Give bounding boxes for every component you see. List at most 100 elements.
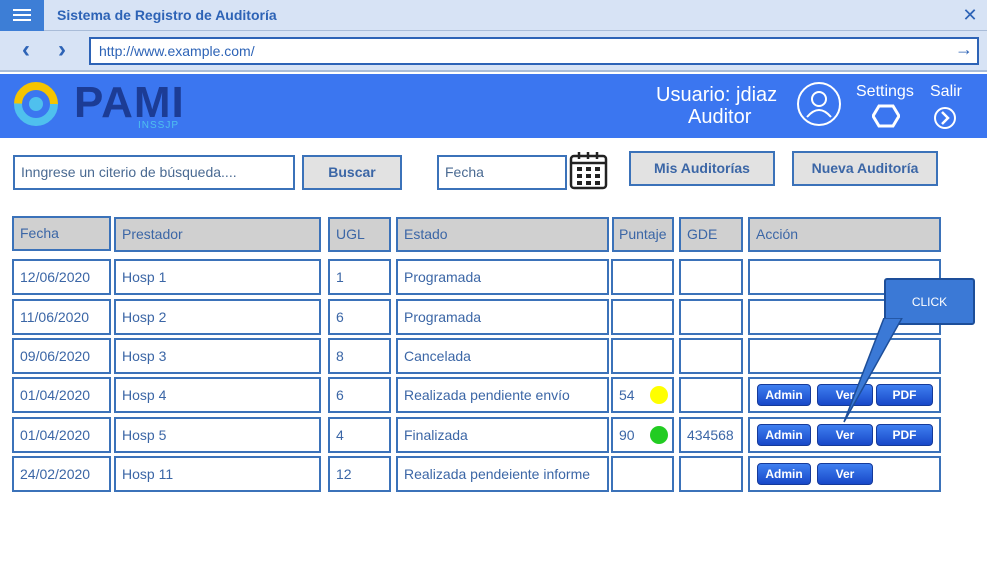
cell-puntaje[interactable] — [611, 456, 674, 492]
cell-fecha[interactable]: 01/04/2020 — [12, 417, 111, 453]
logout-label[interactable]: Salir — [930, 83, 962, 101]
go-arrow-icon[interactable]: → — [955, 39, 973, 60]
calendar-icon[interactable] — [569, 150, 609, 190]
score-status-dot — [650, 426, 668, 444]
app-header: PAMI INSSJP Usuario: jdiaz Auditor Setti… — [0, 74, 987, 138]
user-avatar-icon[interactable] — [796, 81, 842, 127]
cell-prestador[interactable]: Hosp 1 — [114, 259, 321, 295]
cell-prestador-text: Hosp 2 — [122, 309, 167, 325]
cell-gde[interactable] — [679, 259, 743, 295]
cell-puntaje-text: 54 — [619, 387, 635, 403]
cell-fecha-text: 01/04/2020 — [20, 427, 91, 443]
cell-puntaje[interactable] — [611, 259, 674, 295]
admin-button[interactable]: Admin — [757, 424, 811, 446]
cell-prestador-text: Hosp 4 — [122, 387, 167, 403]
cell-fecha-text: 24/02/2020 — [20, 466, 91, 482]
cell-estado[interactable]: Finalizada — [396, 417, 609, 453]
search-input[interactable]: Inngrese un citerio de búsqueda.... — [13, 155, 295, 190]
cell-gde[interactable] — [679, 299, 743, 335]
cell-gde[interactable] — [679, 456, 743, 492]
col-header-accion: Acción — [748, 217, 941, 252]
settings-hexagon-icon[interactable] — [872, 104, 900, 128]
col-header-ugl[interactable]: UGL — [328, 217, 391, 252]
settings-label[interactable]: Settings — [856, 83, 914, 101]
ver-button[interactable]: Ver — [817, 463, 873, 485]
cell-estado[interactable]: Realizada pendeiente informe — [396, 456, 609, 492]
admin-button[interactable]: Admin — [757, 384, 811, 406]
cell-ugl-text: 4 — [336, 427, 344, 443]
cell-estado[interactable]: Programada — [396, 259, 609, 295]
cell-prestador[interactable]: Hosp 4 — [114, 377, 321, 413]
url-input[interactable]: http://www.example.com/ → — [89, 37, 979, 65]
cell-estado-text: Programada — [404, 309, 482, 325]
col-header-fecha[interactable]: Fecha — [12, 216, 111, 251]
cell-fecha-text: 09/06/2020 — [20, 348, 91, 364]
col-header-puntaje[interactable]: Puntaje — [612, 217, 674, 252]
cell-fecha[interactable]: 24/02/2020 — [12, 456, 111, 492]
cell-fecha-text: 01/04/2020 — [20, 387, 91, 403]
cell-fecha-text: 11/06/2020 — [20, 309, 90, 325]
cell-ugl-text: 1 — [336, 269, 344, 285]
cell-accion — [748, 338, 941, 374]
back-icon[interactable]: ‹ — [14, 38, 38, 64]
cell-prestador-text: Hosp 1 — [122, 269, 167, 285]
cell-gde[interactable]: 434568 — [679, 417, 743, 453]
cell-estado-text: Realizada pendiente envío — [404, 387, 570, 403]
cell-ugl[interactable]: 8 — [328, 338, 391, 374]
col-header-gde[interactable]: GDE — [679, 217, 743, 252]
score-status-dot — [650, 386, 668, 404]
cell-ugl[interactable]: 4 — [328, 417, 391, 453]
cell-estado-text: Cancelada — [404, 348, 471, 364]
pdf-button[interactable]: PDF — [876, 424, 933, 446]
window-title: Sistema de Registro de Auditoría — [57, 7, 277, 23]
cell-ugl[interactable]: 6 — [328, 299, 391, 335]
col-header-estado[interactable]: Estado — [396, 217, 609, 252]
cell-prestador-text: Hosp 3 — [122, 348, 167, 364]
cell-ugl-text: 6 — [336, 309, 344, 325]
cell-ugl[interactable]: 6 — [328, 377, 391, 413]
cell-ugl[interactable]: 1 — [328, 259, 391, 295]
forward-icon[interactable]: › — [50, 38, 74, 64]
admin-button[interactable]: Admin — [757, 463, 811, 485]
col-header-prestador[interactable]: Prestador — [114, 217, 321, 252]
cell-prestador[interactable]: Hosp 5 — [114, 417, 321, 453]
cell-fecha[interactable]: 01/04/2020 — [12, 377, 111, 413]
date-input[interactable]: Fecha — [437, 155, 567, 190]
cell-gde[interactable] — [679, 377, 743, 413]
cell-ugl[interactable]: 12 — [328, 456, 391, 492]
user-role-label: Auditor — [688, 106, 752, 128]
cell-fecha[interactable]: 11/06/2020 — [12, 299, 111, 335]
cell-prestador[interactable]: Hosp 2 — [114, 299, 321, 335]
user-name-label: Usuario: jdiaz — [656, 84, 778, 106]
cell-prestador[interactable]: Hosp 11 — [114, 456, 321, 492]
cell-fecha[interactable]: 09/06/2020 — [12, 338, 111, 374]
cell-prestador-text: Hosp 11 — [122, 466, 174, 482]
search-button[interactable]: Buscar — [302, 155, 402, 190]
pdf-button[interactable]: PDF — [876, 384, 933, 406]
cell-estado-text: Finalizada — [404, 427, 468, 443]
url-text: http://www.example.com/ — [99, 43, 255, 59]
ver-button[interactable]: Ver — [817, 384, 873, 406]
hamburger-menu-button[interactable] — [0, 0, 44, 31]
pami-logo-icon — [14, 82, 58, 126]
cell-estado-text: Programada — [404, 269, 482, 285]
close-icon[interactable]: ✕ — [957, 3, 983, 27]
cell-prestador[interactable]: Hosp 3 — [114, 338, 321, 374]
my-audits-button[interactable]: Mis Auditorías — [629, 151, 775, 186]
cell-estado[interactable]: Realizada pendiente envío — [396, 377, 609, 413]
logout-arrow-icon[interactable] — [933, 106, 957, 130]
cell-gde-text: 434568 — [687, 427, 734, 443]
cell-ugl-text: 6 — [336, 387, 344, 403]
cell-puntaje-text: 90 — [619, 427, 635, 443]
ver-button[interactable]: Ver — [817, 424, 873, 446]
cell-fecha[interactable]: 12/06/2020 — [12, 259, 111, 295]
cell-estado[interactable]: Cancelada — [396, 338, 609, 374]
cell-ugl-text: 8 — [336, 348, 344, 364]
cell-puntaje[interactable] — [611, 338, 674, 374]
new-audit-button[interactable]: Nueva Auditoría — [792, 151, 938, 186]
cell-estado[interactable]: Programada — [396, 299, 609, 335]
click-callout: CLICK — [884, 278, 975, 325]
cell-puntaje[interactable] — [611, 299, 674, 335]
cell-prestador-text: Hosp 5 — [122, 427, 167, 443]
cell-gde[interactable] — [679, 338, 743, 374]
